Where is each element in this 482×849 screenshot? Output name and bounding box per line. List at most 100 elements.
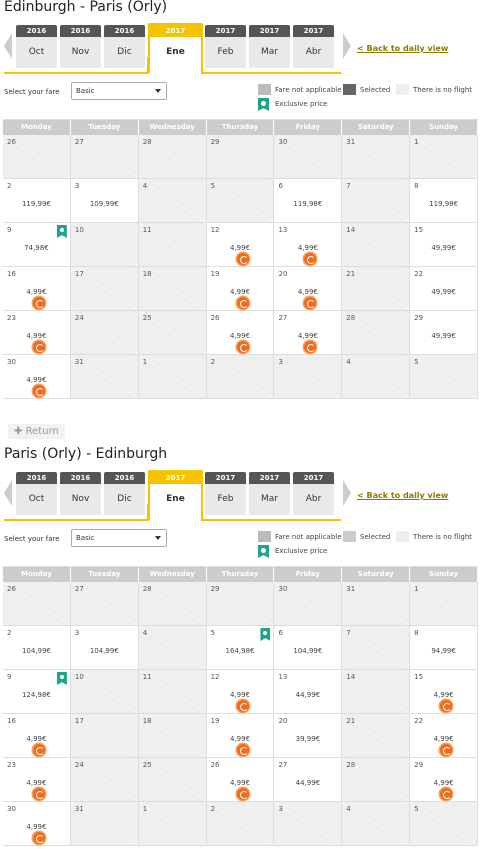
calendar-day-cell[interactable]: 23 4,99€ bbox=[3, 311, 71, 355]
calendar-day-cell[interactable]: 30 4,99€ bbox=[3, 355, 71, 399]
day-number: 5 bbox=[210, 182, 216, 190]
month-tab-2[interactable]: 2016 Dic bbox=[104, 472, 145, 515]
day-number: 3 bbox=[278, 805, 283, 813]
day-number: 26 bbox=[210, 761, 220, 769]
calendar-day-cell[interactable]: 5 164,98€ bbox=[206, 626, 275, 670]
day-number: 10 bbox=[74, 673, 84, 681]
month-tab-4[interactable]: 2017 Feb bbox=[205, 472, 246, 515]
calendar-day-cell[interactable]: 27 4,99€ bbox=[274, 311, 343, 355]
calendar-day-cell[interactable]: 29 49,99€ bbox=[410, 311, 479, 355]
calendar-day-cell[interactable]: 8 94,99€ bbox=[410, 626, 479, 670]
month-tab-6[interactable]: 2017 Abr bbox=[293, 25, 334, 68]
calendar-day-cell[interactable]: 13 44,99€ bbox=[274, 670, 343, 714]
calendar-day-cell[interactable]: 9 124,98€ bbox=[3, 670, 71, 714]
calendar-day-cell[interactable]: 6 104,99€ bbox=[274, 626, 343, 670]
fare-select-label: Select your fare bbox=[4, 88, 60, 96]
calendar-day-cell[interactable]: 15 4,99€ bbox=[410, 670, 479, 714]
fare-select-value: Basic bbox=[76, 87, 95, 95]
calendar-day-cell[interactable]: 22 4,99€ bbox=[410, 714, 479, 758]
day-number: 1 bbox=[414, 138, 419, 146]
selected-swatch bbox=[343, 531, 356, 542]
calendar-day-cell[interactable]: 16 4,99€ bbox=[3, 714, 71, 758]
month-tab-2[interactable]: 2016 Dic bbox=[104, 25, 145, 68]
calendar-day-cell[interactable]: 15 49,99€ bbox=[410, 223, 479, 267]
day-number: 31 bbox=[346, 585, 356, 593]
calendar-day-cell: 17 bbox=[70, 714, 139, 758]
month-tab-0[interactable]: 2016 Oct bbox=[16, 472, 57, 515]
selected-swatch bbox=[343, 84, 356, 95]
month-tab-5[interactable]: 2017 Mar bbox=[249, 25, 290, 68]
calendar-day-cell: 3 bbox=[274, 802, 343, 846]
day-number: 30 bbox=[278, 138, 288, 146]
calendar-day-cell[interactable]: 6 119,98€ bbox=[274, 179, 343, 223]
day-number: 22 bbox=[414, 717, 424, 725]
calendar-day-cell: 5 bbox=[206, 179, 275, 223]
month-tab-0[interactable]: 2016 Oct bbox=[16, 25, 57, 68]
calendar-day-cell[interactable]: 8 119,98€ bbox=[410, 179, 479, 223]
calendar-day-cell[interactable]: 27 44,99€ bbox=[274, 758, 343, 802]
calendar-day-cell: 30 bbox=[274, 582, 343, 626]
calendar-day-cell[interactable]: 12 4,99€ bbox=[206, 223, 275, 267]
calendar-day-cell[interactable]: 20 4,99€ bbox=[274, 267, 343, 311]
fare-na-swatch bbox=[258, 531, 271, 542]
calendar-day-cell: 2 bbox=[206, 802, 275, 846]
day-price: 4,99€ bbox=[229, 332, 251, 340]
month-tab-1[interactable]: 2016 Nov bbox=[60, 25, 101, 68]
calendar-day-cell: 26 bbox=[3, 135, 71, 179]
fare-select[interactable]: Basic bbox=[71, 82, 167, 100]
prev-months-arrow[interactable] bbox=[4, 33, 12, 59]
calendar-day-cell[interactable]: 19 4,99€ bbox=[206, 714, 275, 758]
calendar-day-cell[interactable]: 13 4,99€ bbox=[274, 223, 343, 267]
day-number: 10 bbox=[74, 226, 84, 234]
calendar-day-cell[interactable]: 26 4,99€ bbox=[206, 758, 275, 802]
calendar-day-cell: 29 bbox=[206, 582, 275, 626]
calendar-day-cell[interactable]: 3 109,99€ bbox=[70, 179, 139, 223]
calendar-day-cell[interactable]: 29 4,99€ bbox=[410, 758, 479, 802]
month-name: Abr bbox=[305, 47, 322, 57]
month-tab-1[interactable]: 2016 Nov bbox=[60, 472, 101, 515]
promo-badge-icon bbox=[236, 744, 249, 756]
exclusive-price-icon bbox=[258, 545, 269, 558]
return-button[interactable]: ✚ Return bbox=[8, 424, 65, 439]
weekday-header: Monday Tuesday Wednesday Thursday Friday Satu… bbox=[3, 120, 479, 135]
calendar-day-cell: 1 bbox=[410, 135, 479, 179]
calendar-day-cell: 30 bbox=[274, 135, 343, 179]
weekday-label: Wednesday bbox=[138, 120, 207, 135]
calendar-day-cell[interactable]: 20 39,99€ bbox=[274, 714, 343, 758]
no-flight-swatch bbox=[396, 84, 409, 95]
calendar-day-cell[interactable]: 16 4,99€ bbox=[3, 267, 71, 311]
day-number: 29 bbox=[414, 761, 424, 769]
month-tab-6[interactable]: 2017 Abr bbox=[293, 472, 334, 515]
fare-select[interactable]: Basic bbox=[71, 529, 167, 547]
back-to-daily-view-link[interactable]: < Back to daily view bbox=[357, 491, 448, 500]
outbound-title: Edinburgh - Paris (Orly) bbox=[4, 0, 168, 15]
calendar-day-cell[interactable]: 22 49,99€ bbox=[410, 267, 479, 311]
day-number: 30 bbox=[7, 805, 16, 813]
calendar-day-cell: 26 bbox=[3, 582, 71, 626]
calendar-day-cell[interactable]: 2 119,99€ bbox=[3, 179, 71, 223]
day-number: 31 bbox=[74, 805, 84, 813]
calendar-day-cell[interactable]: 26 4,99€ bbox=[206, 311, 275, 355]
calendar-day-cell[interactable]: 30 4,99€ bbox=[3, 802, 71, 846]
calendar-day-cell[interactable]: 9 74,98€ bbox=[3, 223, 71, 267]
day-number: 21 bbox=[346, 270, 356, 278]
back-to-daily-view-link[interactable]: < Back to daily view bbox=[357, 44, 448, 53]
day-price: 4,99€ bbox=[229, 779, 251, 787]
prev-months-arrow[interactable] bbox=[4, 480, 12, 506]
month-tab-3[interactable]: 2017 Ene bbox=[148, 23, 203, 73]
day-number: 17 bbox=[74, 270, 84, 278]
month-tab-5[interactable]: 2017 Mar bbox=[249, 472, 290, 515]
calendar-day-cell[interactable]: 23 4,99€ bbox=[3, 758, 71, 802]
next-months-arrow[interactable] bbox=[343, 33, 351, 59]
calendar-day-cell[interactable]: 3 104,99€ bbox=[70, 626, 139, 670]
next-months-arrow[interactable] bbox=[343, 480, 351, 506]
calendar-day-cell[interactable]: 12 4,99€ bbox=[206, 670, 275, 714]
calendar-day-cell[interactable]: 19 4,99€ bbox=[206, 267, 275, 311]
month-tab-3[interactable]: 2017 Ene bbox=[148, 470, 203, 520]
calendar-day-cell[interactable]: 2 104,99€ bbox=[3, 626, 71, 670]
month-name: Dic bbox=[117, 47, 132, 57]
month-tab-4[interactable]: 2017 Feb bbox=[205, 25, 246, 68]
exclusive-price-icon bbox=[258, 98, 269, 111]
month-name: Nov bbox=[71, 494, 90, 504]
weekday-label: Wednesday bbox=[138, 567, 207, 582]
